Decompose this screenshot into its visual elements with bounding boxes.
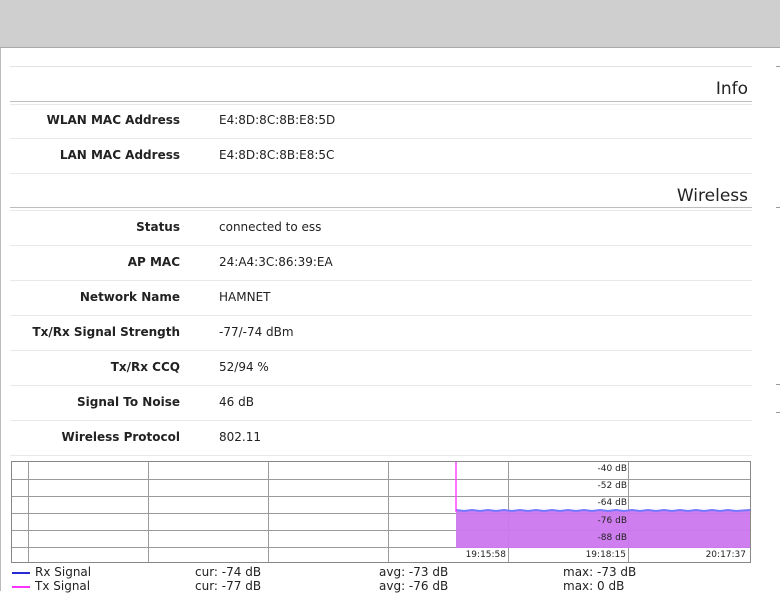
info-row-lan-mac: LAN MAC Address E4:8D:8C:8B:E8:5C xyxy=(10,138,752,174)
y-tick-label: -40 dB xyxy=(598,464,627,474)
row-label: WLAN MAC Address xyxy=(46,113,180,127)
wireless-row-status: Status connected to ess xyxy=(10,210,752,246)
row-label: Wireless Protocol xyxy=(61,430,180,444)
legend-max: max: -73 dB xyxy=(563,565,637,579)
row-label: Status xyxy=(136,220,180,234)
x-tick-label: 19:18:15 xyxy=(586,550,626,560)
row-label: LAN MAC Address xyxy=(59,148,180,162)
row-label: Tx/Rx Signal Strength xyxy=(32,325,180,339)
y-tick-label: -64 dB xyxy=(598,498,627,508)
row-value: connected to ess xyxy=(219,220,322,234)
legend-name: Rx Signal xyxy=(35,565,92,579)
row-value: HAMNET xyxy=(219,290,271,304)
section-title-info: Info xyxy=(715,79,748,99)
y-tick-label: -76 dB xyxy=(598,516,627,526)
x-tick-label: 19:15:58 xyxy=(466,550,507,560)
row-label: Network Name xyxy=(79,290,180,304)
divider xyxy=(10,66,752,67)
y-tick-label: -88 dB xyxy=(598,533,627,543)
row-value: 52/94 % xyxy=(219,360,269,374)
legend-avg: avg: -73 dB xyxy=(379,565,449,579)
rx-signal-line xyxy=(455,508,750,513)
wireless-row-signal-strength: Tx/Rx Signal Strength -77/-74 dBm xyxy=(10,315,752,351)
row-label: Signal To Noise xyxy=(77,395,180,409)
row-value: 802.11 xyxy=(219,430,261,444)
legend-swatch xyxy=(12,572,30,574)
section-title-wireless: Wireless xyxy=(676,186,748,206)
left-border xyxy=(0,48,1,591)
row-label: Tx/Rx CCQ xyxy=(110,360,180,374)
row-label: AP MAC xyxy=(127,255,180,269)
wireless-row-snr: Signal To Noise 46 dB xyxy=(10,385,752,421)
wireless-row-network-name: Network Name HAMNET xyxy=(10,280,752,316)
signal-graph-svg: -40 dB -52 dB -64 dB -76 dB -88 dB 19:15… xyxy=(12,462,750,562)
legend-row-rx: Rx Signal cur: -74 dB avg: -73 dB max: -… xyxy=(10,565,780,579)
row-value: E4:8D:8C:8B:E8:5D xyxy=(219,113,336,127)
wireless-row-protocol: Wireless Protocol 802.11 xyxy=(10,420,752,456)
x-tick-label: 20:17:37 xyxy=(706,550,746,560)
y-tick-label: -52 dB xyxy=(598,481,627,491)
legend-cur: cur: -74 dB xyxy=(195,565,262,579)
top-toolbar xyxy=(0,0,780,48)
row-value: -77/-74 dBm xyxy=(219,325,294,339)
row-value: 46 dB xyxy=(219,395,254,409)
legend-swatch xyxy=(12,586,30,588)
wireless-row-ap-mac: AP MAC 24:A4:3C:86:39:EA xyxy=(10,245,752,281)
row-value: 24:A4:3C:86:39:EA xyxy=(219,255,333,269)
info-row-wlan-mac: WLAN MAC Address E4:8D:8C:8B:E8:5D xyxy=(10,103,752,139)
wireless-row-ccq: Tx/Rx CCQ 52/94 % xyxy=(10,350,752,386)
row-value: E4:8D:8C:8B:E8:5C xyxy=(219,148,335,162)
signal-graph: -40 dB -52 dB -64 dB -76 dB -88 dB 19:15… xyxy=(11,461,751,563)
